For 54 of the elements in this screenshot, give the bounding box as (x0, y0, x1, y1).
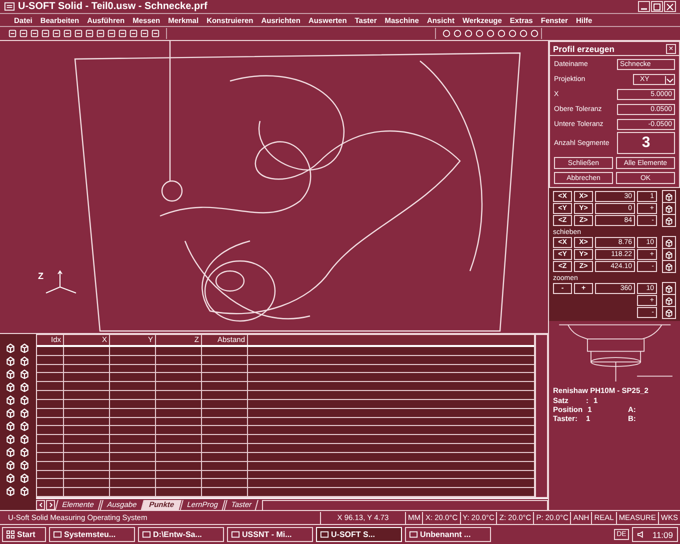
toolbar-icon[interactable] (74, 29, 83, 38)
chevron-right-icon (48, 502, 54, 508)
app-icon (4, 1, 15, 12)
cube-icon[interactable] (662, 294, 676, 307)
window-icon (53, 530, 62, 539)
toolbar-icon[interactable] (140, 29, 149, 38)
clock: 11:09 (652, 530, 673, 540)
window-icon (409, 530, 418, 539)
toolbar-icon[interactable] (151, 29, 160, 38)
minimize-button[interactable] (638, 1, 650, 12)
toolbar-icon[interactable] (8, 29, 17, 38)
toolbar-icon[interactable] (41, 29, 50, 38)
start-button[interactable]: Start (2, 527, 46, 542)
cube-icon[interactable] (662, 214, 676, 227)
close-icon (666, 2, 674, 10)
window-icon (142, 530, 151, 539)
scrollbar[interactable] (535, 334, 548, 498)
taskbar-button[interactable]: Unbenannt ... (405, 527, 491, 542)
caret-icon (665, 76, 674, 84)
previous-tab-button[interactable] (36, 500, 45, 510)
window-title: U-SOFT Solid - Teil0.usw - Schnecke.prf (18, 1, 208, 12)
toolbar-icon[interactable] (52, 29, 61, 38)
toolbar-icon[interactable] (107, 29, 116, 38)
cube-icon[interactable] (662, 190, 676, 203)
cube-icon[interactable] (662, 260, 676, 273)
axis-label: Z (38, 271, 44, 281)
taskbar-button[interactable]: Systemsteu... (49, 527, 135, 542)
window-icon (320, 530, 329, 539)
toolbar-icon[interactable] (30, 29, 39, 38)
taskbar-button[interactable]: USSNT - Mi... (227, 527, 313, 542)
toolbar-icon[interactable] (85, 29, 94, 38)
toolbar-icon[interactable] (118, 29, 127, 38)
maximize-button[interactable] (651, 1, 663, 12)
maximize-icon (653, 2, 661, 10)
minimize-icon (640, 8, 648, 10)
cube-icon[interactable] (662, 282, 676, 295)
taskbar-button[interactable]: D:\Entw-Sa... (138, 527, 224, 542)
toolbar-icon[interactable] (63, 29, 72, 38)
scrollbar[interactable] (262, 500, 548, 510)
cube-icon[interactable] (662, 236, 676, 249)
toolbar-icon[interactable] (129, 29, 138, 38)
cube-icon[interactable] (662, 202, 676, 215)
cube-icon[interactable] (662, 248, 676, 261)
grid-icon (6, 530, 15, 539)
number-field[interactable]: 3 (617, 132, 675, 154)
close-button[interactable]: × (666, 44, 676, 54)
taskbar-button[interactable]: U-SOFT S... (316, 527, 402, 542)
close-button[interactable] (664, 1, 676, 12)
dialog-title: Profil erzeugen (553, 44, 614, 54)
toolbar-icon[interactable] (19, 29, 28, 38)
window-icon (231, 530, 240, 539)
next-tab-button[interactable] (46, 500, 55, 510)
toolbar-icon[interactable] (96, 29, 105, 38)
cube-icon[interactable] (662, 306, 676, 319)
